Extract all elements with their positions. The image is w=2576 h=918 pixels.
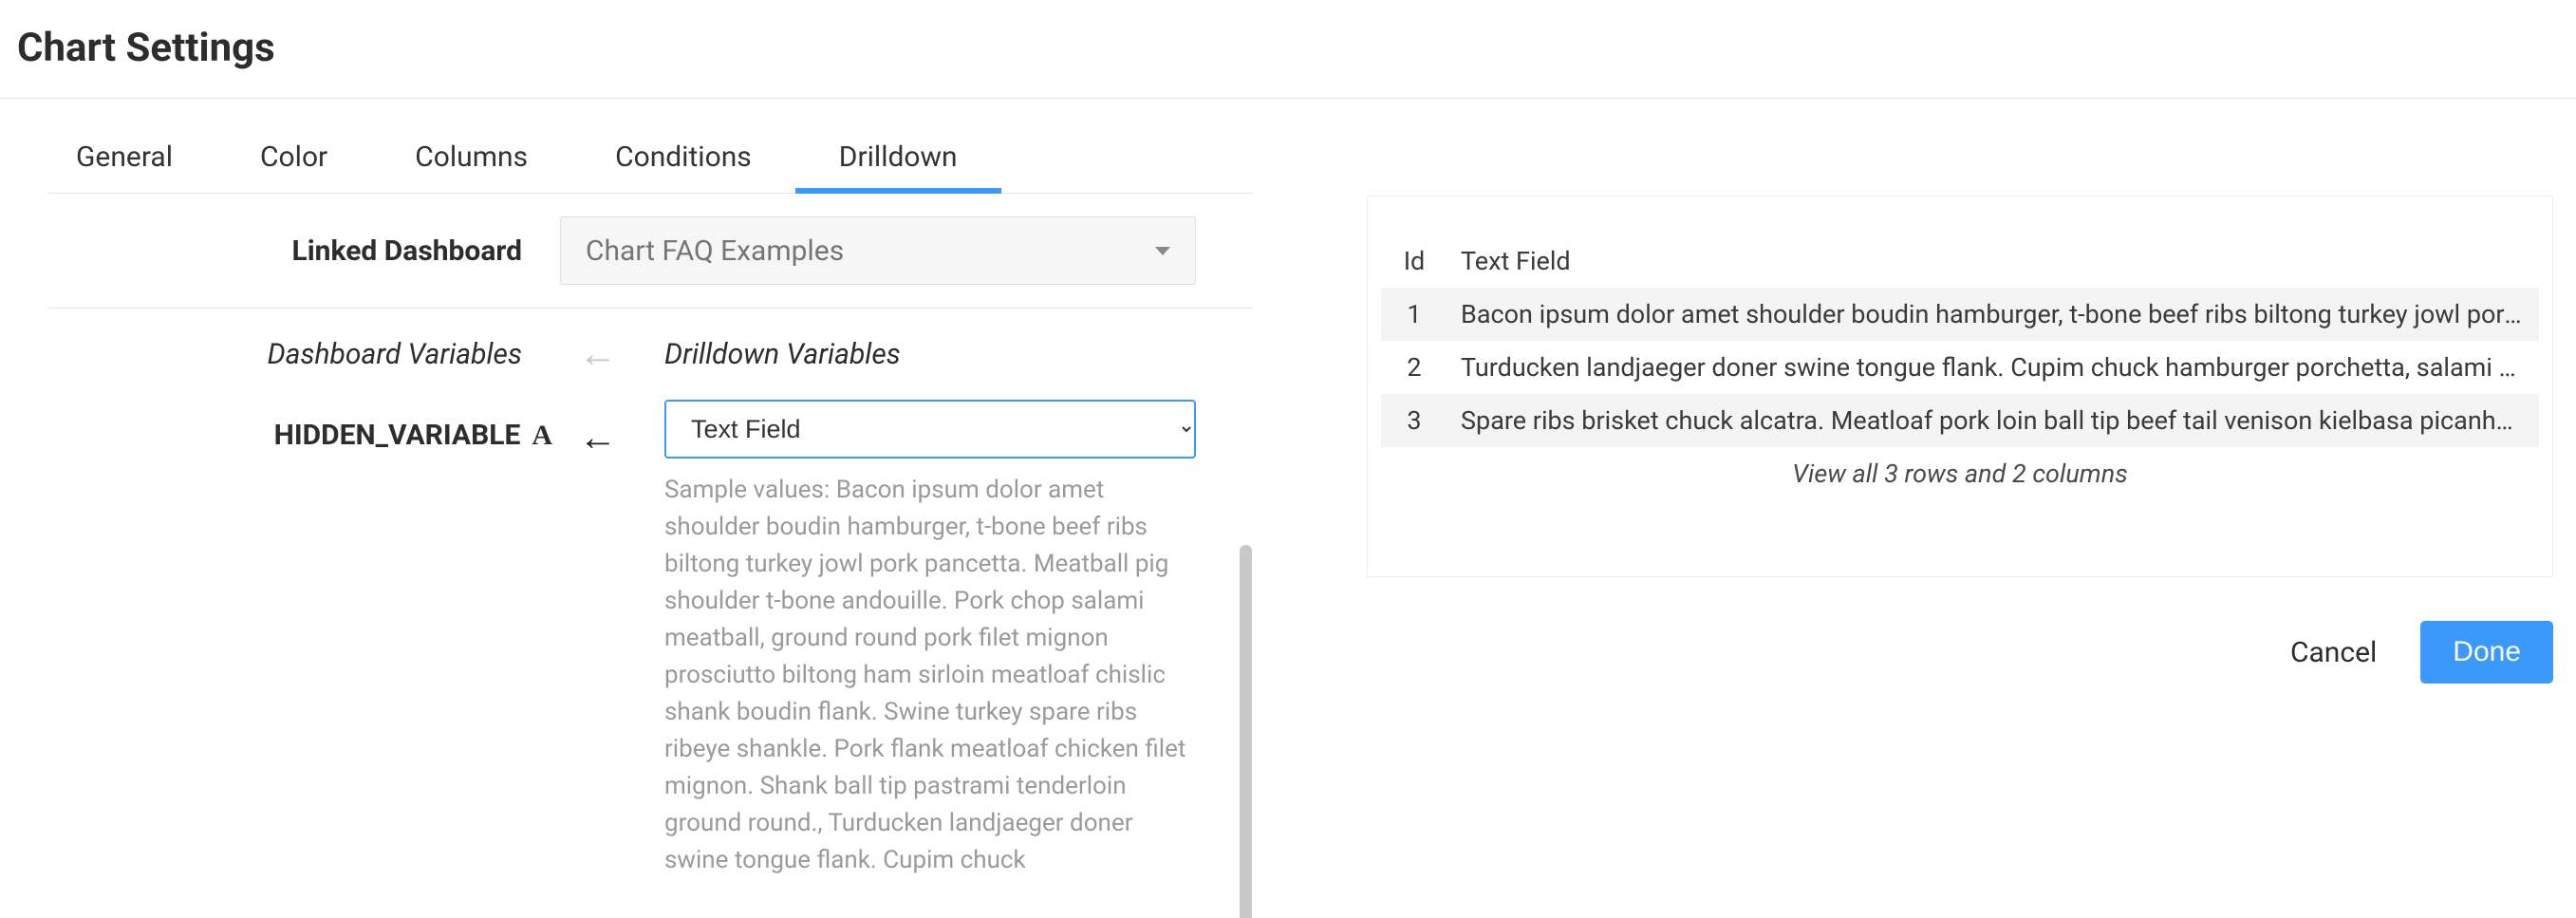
page-title: Chart Settings [17, 25, 2576, 71]
cell-text: Turducken landjaeger doner swine tongue … [1447, 341, 2539, 394]
preview-table: Id Text Field 1 Bacon ipsum dolor amet s… [1381, 234, 2539, 447]
preview-panel: Id Text Field 1 Bacon ipsum dolor amet s… [1253, 99, 2576, 879]
tab-general[interactable]: General [47, 127, 216, 193]
cell-id: 3 [1381, 394, 1447, 447]
table-row: 1 Bacon ipsum dolor amet shoulder boudin… [1381, 288, 2539, 341]
tabs: General Color Columns Conditions Drilldo… [47, 127, 1253, 194]
variable-name: HIDDEN_VARIABLE A [47, 400, 560, 452]
cancel-button[interactable]: Cancel [2285, 625, 2382, 681]
preview-box: Id Text Field 1 Bacon ipsum dolor amet s… [1367, 196, 2553, 577]
variable-headers: Dashboard Variables ← Drilldown Variable… [47, 309, 1253, 386]
linked-dashboard-value: Chart FAQ Examples [586, 234, 844, 268]
arrow-left-icon: ← [579, 335, 617, 373]
col-header-text: Text Field [1447, 234, 2539, 288]
sample-values: Sample values: Bacon ipsum dolor amet sh… [664, 472, 1186, 879]
text-type-icon: A [532, 420, 552, 452]
linked-dashboard-select[interactable]: Chart FAQ Examples [560, 216, 1196, 285]
tab-drilldown[interactable]: Drilldown [795, 127, 1001, 193]
chevron-down-icon [1155, 247, 1170, 255]
drilldown-variables-header: Drilldown Variables [636, 338, 901, 371]
linked-dashboard-label: Linked Dashboard [47, 234, 560, 268]
table-row: 3 Spare ribs brisket chuck alcatra. Meat… [1381, 394, 2539, 447]
dashboard-variables-header: Dashboard Variables [47, 338, 560, 371]
sample-values-text: Bacon ipsum dolor amet shoulder boudin h… [664, 476, 1185, 874]
cell-text: Bacon ipsum dolor amet shoulder boudin h… [1447, 288, 2539, 341]
settings-panel: General Color Columns Conditions Drilldo… [0, 99, 1253, 879]
dialog-actions: Cancel Done [1367, 621, 2553, 684]
arrow-left-icon: ← [579, 419, 617, 457]
tab-color[interactable]: Color [216, 127, 371, 193]
view-all-link[interactable]: View all 3 rows and 2 columns [1381, 459, 2539, 489]
variable-mapping-row: HIDDEN_VARIABLE A ← Text Field Sample va… [47, 386, 1253, 879]
table-row: 2 Turducken landjaeger doner swine tongu… [1381, 341, 2539, 394]
sample-values-prefix: Sample values: [664, 476, 836, 504]
scrollbar-thumb[interactable] [1240, 545, 1252, 918]
cell-id: 1 [1381, 288, 1447, 341]
linked-dashboard-row: Linked Dashboard Chart FAQ Examples [47, 194, 1253, 309]
drilldown-field-select[interactable]: Text Field [664, 400, 1196, 459]
tab-conditions[interactable]: Conditions [571, 127, 795, 193]
cell-text: Spare ribs brisket chuck alcatra. Meatlo… [1447, 394, 2539, 447]
page-header: Chart Settings [0, 0, 2576, 99]
cell-id: 2 [1381, 341, 1447, 394]
tab-columns[interactable]: Columns [371, 127, 571, 193]
col-header-id: Id [1381, 234, 1447, 288]
done-button[interactable]: Done [2420, 621, 2553, 684]
variable-name-text: HIDDEN_VARIABLE [274, 419, 521, 452]
